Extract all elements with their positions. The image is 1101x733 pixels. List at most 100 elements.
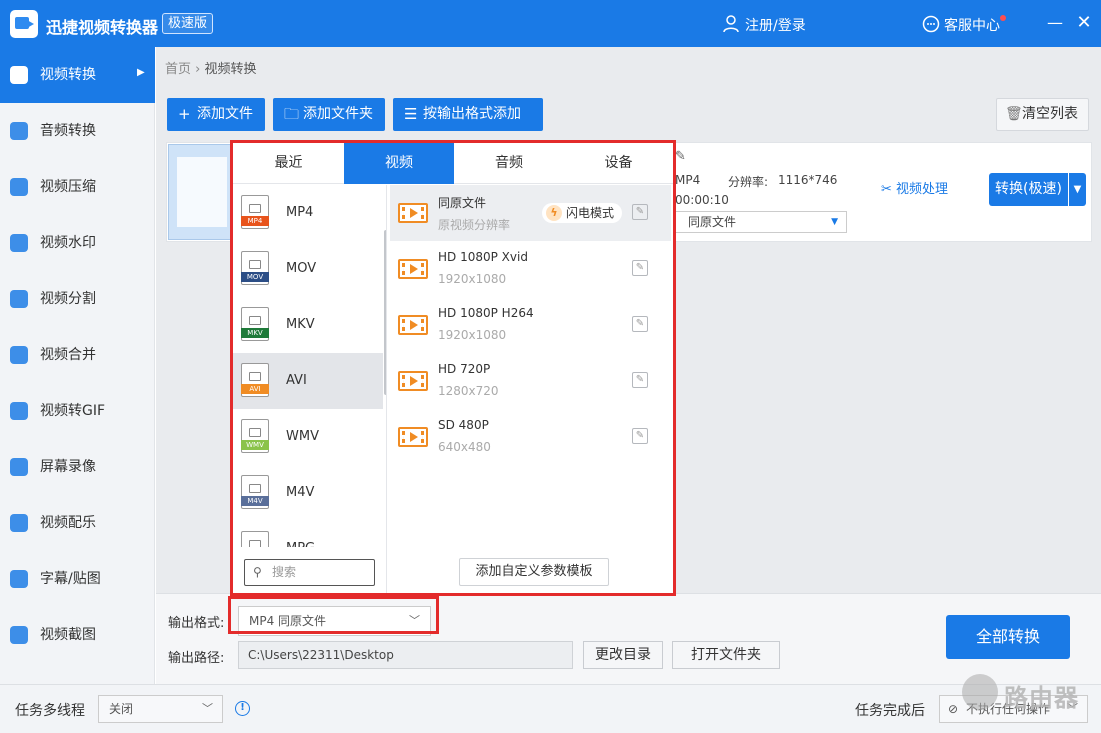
format-item-wmv[interactable]: WMV WMV <box>233 409 383 465</box>
customer-service-icon[interactable] <box>922 15 940 33</box>
sidebar-item-label: 视频分割 <box>40 291 96 307</box>
file-duration: 00:00:10 <box>675 193 729 207</box>
preset-item-hd1080-h264[interactable]: HD 1080P H264 1920x1080 ✎ <box>390 297 671 353</box>
sidebar-item-video-convert[interactable]: 视频转换 ▶ <box>0 47 155 103</box>
add-folder-button[interactable]: 🗀 添加文件夹 <box>273 98 385 131</box>
tab-recent[interactable]: 最近 <box>233 143 344 184</box>
search-icon: ⚲ <box>253 565 262 579</box>
format-list-scrollbar[interactable] <box>384 230 386 395</box>
customer-service-link[interactable]: 客服中心 <box>944 15 1000 35</box>
breadcrumb-home[interactable]: 首页 <box>165 62 191 77</box>
edit-preset-icon[interactable]: ✎ <box>632 428 648 444</box>
sidebar-item-label: 视频转GIF <box>40 403 106 419</box>
chevron-down-icon: ﹀ <box>409 614 420 627</box>
sidebar-item-label: 视频合并 <box>40 347 96 363</box>
video-process-label: 视频处理 <box>896 182 949 197</box>
sidebar-item-label: 字幕/贴图 <box>40 571 101 587</box>
add-by-format-button[interactable]: ☰ 按输出格式添加 <box>393 98 543 131</box>
resolution-label: 分辨率: <box>728 175 769 189</box>
format-item-mov[interactable]: MOV MOV <box>233 241 383 297</box>
tab-audio[interactable]: 音频 <box>454 143 564 184</box>
router-watermark: 路由器 <box>962 670 1092 716</box>
audio-convert-icon <box>10 122 28 140</box>
multithread-select[interactable]: 关闭 ﹀ <box>98 695 223 723</box>
preset-resolution: 1920x1080 <box>438 272 507 286</box>
video-gif-icon <box>10 402 28 420</box>
multithread-value: 关闭 <box>109 702 134 716</box>
format-item-avi[interactable]: AVI AVI <box>233 353 383 409</box>
scissors-icon: ✂ <box>881 182 892 197</box>
preset-item-hd1080-xvid[interactable]: HD 1080P Xvid 1920x1080 ✎ <box>390 241 671 297</box>
edit-preset-icon[interactable]: ✎ <box>632 204 648 220</box>
format-item-mp4[interactable]: MP4 MP4 <box>233 185 383 241</box>
add-by-format-label: 按输出格式添加 <box>423 106 521 122</box>
caret-down-icon: ▼ <box>831 217 838 227</box>
clear-list-label: 清空列表 <box>1022 106 1078 122</box>
format-name: MKV <box>286 317 315 332</box>
info-icon[interactable]: ! <box>235 701 250 716</box>
login-link[interactable]: 注册/登录 <box>745 15 806 35</box>
preset-item-hd720[interactable]: HD 720P 1280x720 ✎ <box>390 353 671 409</box>
edit-preset-icon[interactable]: ✎ <box>632 260 648 276</box>
sidebar-item-label: 视频压缩 <box>40 179 96 195</box>
preset-name: 同原文件 <box>438 196 487 210</box>
tab-device[interactable]: 设备 <box>564 143 673 184</box>
sidebar-item-screen-record[interactable]: 屏幕录像 <box>0 439 155 495</box>
sidebar-item-video-merge[interactable]: 视频合并 <box>0 327 155 383</box>
change-directory-button[interactable]: 更改目录 <box>583 641 663 669</box>
format-item-m4v[interactable]: M4V M4V <box>233 465 383 521</box>
sidebar-item-label: 视频转换 <box>40 67 96 83</box>
sidebar-item-video-music[interactable]: 视频配乐 <box>0 495 155 551</box>
preset-name: HD 720P <box>438 362 491 376</box>
folder-icon: 🗀 <box>284 105 300 123</box>
trash-icon: 🗑 <box>1005 106 1023 122</box>
tab-video[interactable]: 视频 <box>344 143 454 184</box>
close-button[interactable]: ✕ <box>1073 14 1095 34</box>
preset-list: 同原文件 原视频分辨率 ϟ 闪电模式 ✎ HD 1080P Xvid 1920x… <box>388 185 673 593</box>
sidebar-item-label: 视频截图 <box>40 627 96 643</box>
sidebar: 视频转换 ▶ 音频转换 视频压缩 视频水印 视频分割 视频合并 视频转GIF 屏… <box>0 47 155 684</box>
sidebar-item-subtitle-sticker[interactable]: 字幕/贴图 <box>0 551 155 607</box>
user-icon[interactable] <box>723 15 739 33</box>
convert-fast-button[interactable]: 转换(极速) <box>989 173 1068 206</box>
output-path-field[interactable]: C:\Users\22311\Desktop <box>238 641 573 669</box>
format-item-mkv[interactable]: MKV MKV <box>233 297 383 353</box>
file-format: MP4 <box>675 173 701 187</box>
sidebar-item-video-screenshot[interactable]: 视频截图 <box>0 607 155 663</box>
format-list: MP4 MP4 MOV MOV MKV MKV AVI AVI WMV WMV … <box>233 185 387 593</box>
edition-badge: 极速版 <box>162 13 214 34</box>
sidebar-item-video-compress[interactable]: 视频压缩 <box>0 159 155 215</box>
sidebar-item-audio-convert[interactable]: 音频转换 <box>0 103 155 159</box>
output-option-select[interactable]: 同原文件 ▼ <box>675 211 847 233</box>
sidebar-item-video-watermark[interactable]: 视频水印 <box>0 215 155 271</box>
edit-preset-icon[interactable]: ✎ <box>632 316 648 332</box>
add-custom-template-button[interactable]: 添加自定义参数模板 <box>459 558 609 586</box>
flash-mode-badge: ϟ 闪电模式 <box>542 203 623 223</box>
preset-item-sd480[interactable]: SD 480P 640x480 ✎ <box>390 409 671 465</box>
subtitle-sticker-icon <box>10 570 28 588</box>
video-thumbnail[interactable] <box>168 144 234 240</box>
video-watermark-icon <box>10 234 28 252</box>
format-search-input[interactable]: ⚲ 搜索 <box>244 559 375 586</box>
add-file-button[interactable]: + 添加文件 <box>167 98 265 131</box>
format-name: WMV <box>286 429 319 444</box>
sidebar-item-video-gif[interactable]: 视频转GIF <box>0 383 155 439</box>
edit-name-icon[interactable]: ✎ <box>675 149 686 164</box>
convert-options-dropdown[interactable]: ▼ <box>1069 173 1086 206</box>
open-folder-button[interactable]: 打开文件夹 <box>672 641 780 669</box>
breadcrumb: 首页 › 视频转换 <box>165 58 257 77</box>
video-split-icon <box>10 290 28 308</box>
output-format-select[interactable]: MP4 同原文件 ﹀ <box>238 606 431 636</box>
title-bar: 迅捷视频转换器 极速版 注册/登录 客服中心 — ✕ <box>0 0 1101 47</box>
mkv-file-icon: MKV <box>241 307 269 341</box>
sidebar-item-label: 视频水印 <box>40 235 96 251</box>
multithread-label: 任务多线程 <box>15 703 85 719</box>
format-name: AVI <box>286 373 307 388</box>
video-process-link[interactable]: ✂ 视频处理 <box>881 178 948 197</box>
clear-list-button[interactable]: 🗑 清空列表 <box>996 98 1089 131</box>
preset-item-original[interactable]: 同原文件 原视频分辨率 ϟ 闪电模式 ✎ <box>390 185 671 241</box>
sidebar-item-video-split[interactable]: 视频分割 <box>0 271 155 327</box>
minimize-button[interactable]: — <box>1044 14 1066 34</box>
edit-preset-icon[interactable]: ✎ <box>632 372 648 388</box>
convert-all-button[interactable]: 全部转换 <box>946 615 1070 659</box>
